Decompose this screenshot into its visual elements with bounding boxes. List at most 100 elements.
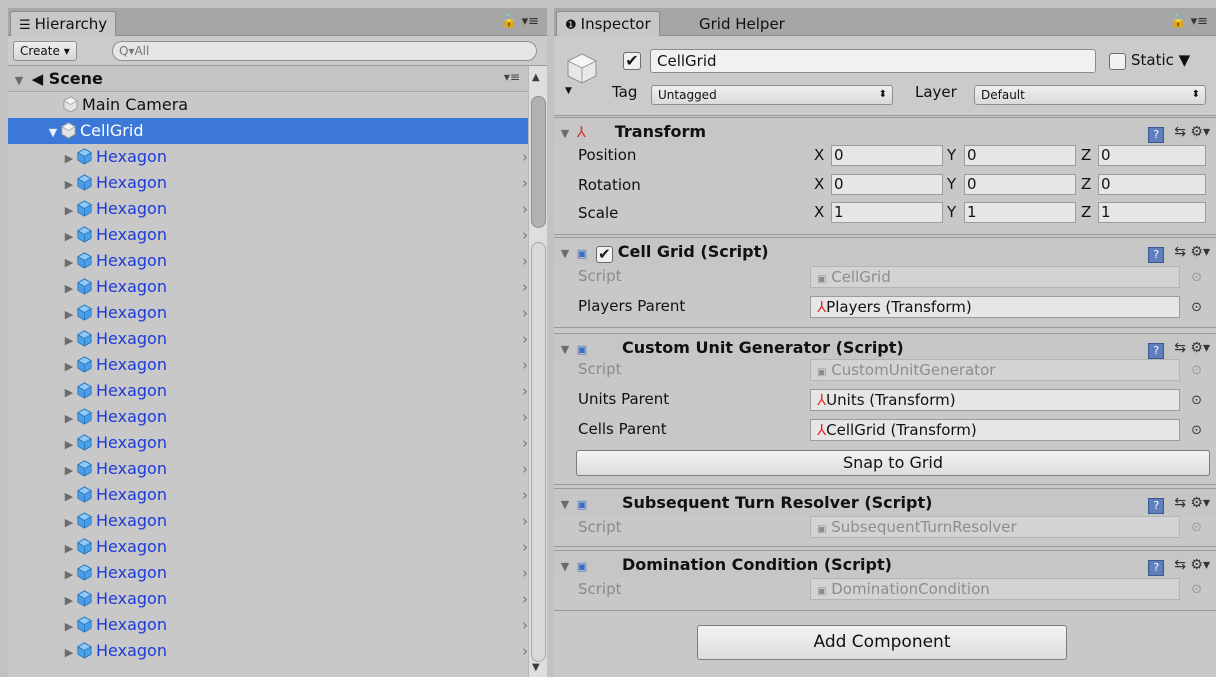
fold-arrow-icon[interactable]: ▶ [62,432,76,458]
hierarchy-item-hexagon[interactable]: ▶ Hexagon › [62,274,528,300]
fold-arrow-icon[interactable]: ▶ [62,536,76,562]
fold-arrow-icon[interactable]: ▼ [46,120,60,146]
fold-arrow-icon[interactable]: ▶ [62,640,76,666]
scroll-up-arrow-icon[interactable]: ▲ [532,72,540,83]
hierarchy-item-hexagon[interactable]: ▶ Hexagon › [62,144,528,170]
hierarchy-lock-menu-icon[interactable]: 🔒 ▾≡ [501,14,539,29]
scrollbar-thumb[interactable] [531,96,546,228]
scene-row[interactable]: ▼ ◀ Scene ▾≡ [8,66,528,92]
fold-arrow-icon[interactable]: ▶ [62,484,76,510]
hierarchy-item-cellgrid[interactable]: ▼ CellGrid [8,118,528,144]
hierarchy-item-hexagon[interactable]: ▶ Hexagon › [62,222,528,248]
tab-hierarchy[interactable]: ☰ Hierarchy [10,11,117,37]
tag-dropdown[interactable]: Untagged ⬍ [651,85,893,105]
fold-arrow-icon[interactable]: ▶ [62,406,76,432]
preset-icon[interactable]: ⇆ [1174,557,1186,573]
gameobject-name-field[interactable]: CellGrid [650,49,1096,73]
preset-icon[interactable]: ⇆ [1174,340,1186,356]
tab-grid-helper[interactable]: Grid Helper [690,11,794,37]
gear-icon[interactable]: ⚙▾ [1190,124,1210,140]
hierarchy-item-hexagon[interactable]: ▶ Hexagon › [62,586,528,612]
hierarchy-item-hexagon[interactable]: ▶ Hexagon › [62,430,528,456]
fold-arrow-icon[interactable]: ▶ [62,354,76,380]
snap-to-grid-button[interactable]: Snap to Grid [576,450,1210,476]
fold-arrow-icon[interactable]: ▼ [558,491,572,519]
preset-icon[interactable]: ⇆ [1174,495,1186,511]
fold-arrow-icon[interactable]: ▶ [62,328,76,354]
fold-arrow-icon[interactable]: ▶ [62,146,76,172]
hierarchy-item-hexagon[interactable]: ▶ Hexagon › [62,482,528,508]
fold-arrow-icon[interactable]: ▶ [62,276,76,302]
fold-arrow-icon[interactable]: ▶ [62,172,76,198]
fold-arrow-icon[interactable]: ▶ [62,198,76,224]
hierarchy-item-hexagon[interactable]: ▶ Hexagon › [62,534,528,560]
scale-z-axis-label[interactable]: Z [1081,203,1091,221]
units-parent-field[interactable]: ⅄Units (Transform) [810,389,1180,411]
fold-arrow-icon[interactable]: ▼ [558,553,572,581]
position-x-axis-label[interactable]: X [814,146,824,164]
hierarchy-item-hexagon[interactable]: ▶ Hexagon › [62,638,528,664]
hierarchy-item-hexagon[interactable]: ▶ Hexagon › [62,378,528,404]
add-component-button[interactable]: Add Component [697,625,1067,660]
help-book-icon[interactable]: ? [1148,560,1165,576]
hierarchy-item-hexagon[interactable]: ▶ Hexagon › [62,508,528,534]
hierarchy-item-hexagon[interactable]: ▶ Hexagon › [62,170,528,196]
preset-icon[interactable]: ⇆ [1174,124,1186,140]
position-y-field[interactable]: 0 [964,145,1076,166]
tab-inspector[interactable]: ❶ Inspector [556,11,660,37]
rotation-y-field[interactable]: 0 [964,174,1076,195]
fold-arrow-icon[interactable]: ▶ [62,562,76,588]
help-book-icon[interactable]: ? [1148,343,1165,359]
hierarchy-item-hexagon[interactable]: ▶ Hexagon › [62,196,528,222]
fold-arrow-icon[interactable]: ▶ [62,614,76,640]
cellgrid-enabled-checkbox[interactable]: ✔ [595,246,613,263]
static-label[interactable]: Static ▼ [1131,51,1190,69]
hierarchy-item-hexagon[interactable]: ▶ Hexagon › [62,612,528,638]
scene-header[interactable]: ▼ ◀ Scene [12,66,103,92]
position-y-axis-label[interactable]: Y [947,146,956,164]
cellgrid-script-header[interactable]: ▼ ▣ ✔ Cell Grid (Script) ? ⇆ ⚙▾ [554,237,1216,265]
hierarchy-item-main-camera[interactable]: Main Camera [62,92,528,118]
preset-icon[interactable]: ⇆ [1174,244,1186,260]
static-checkbox[interactable] [1109,53,1126,70]
hierarchy-search-input[interactable]: Q▾All [112,41,537,61]
fold-arrow-icon[interactable]: ▶ [62,250,76,276]
cells-parent-field[interactable]: ⅄CellGrid (Transform) [810,419,1180,441]
fold-arrow-icon[interactable]: ▶ [62,588,76,614]
layer-dropdown[interactable]: Default ⬍ [974,85,1206,105]
hierarchy-item-hexagon[interactable]: ▶ Hexagon › [62,456,528,482]
inspector-lock-menu-icon[interactable]: 🔒 ▾≡ [1170,14,1208,29]
hierarchy-item-hexagon[interactable]: ▶ Hexagon › [62,248,528,274]
fold-arrow-icon[interactable]: ▼ [558,336,572,364]
scale-y-axis-label[interactable]: Y [947,203,956,221]
fold-arrow-icon[interactable]: ▶ [62,380,76,406]
gameobject-active-checkbox[interactable]: ✔ [623,52,641,70]
hierarchy-item-hexagon[interactable]: ▶ Hexagon › [62,300,528,326]
scale-y-field[interactable]: 1 [964,202,1076,223]
gear-icon[interactable]: ⚙▾ [1190,557,1210,573]
rotation-x-field[interactable]: 0 [831,174,943,195]
fold-arrow-icon[interactable]: ▼ [558,120,572,148]
rotation-z-field[interactable]: 0 [1098,174,1206,195]
hierarchy-item-hexagon[interactable]: ▶ Hexagon › [62,560,528,586]
scale-z-field[interactable]: 1 [1098,202,1206,223]
domination-header[interactable]: ▼ ▣ Domination Condition (Script) ? ⇆ ⚙▾ [554,550,1216,578]
hierarchy-item-hexagon[interactable]: ▶ Hexagon › [62,404,528,430]
scale-x-axis-label[interactable]: X [814,203,824,221]
hierarchy-scrollbar[interactable]: ▲ ▼ [528,66,547,677]
turn-resolver-header[interactable]: ▼ ▣ Subsequent Turn Resolver (Script) ? ⇆… [554,488,1216,516]
scene-menu-icon[interactable]: ▾≡ [504,70,520,84]
rotation-x-axis-label[interactable]: X [814,175,824,193]
players-parent-field[interactable]: ⅄Players (Transform) [810,296,1180,318]
gear-icon[interactable]: ⚙▾ [1190,244,1210,260]
fold-arrow-icon[interactable]: ▼ [12,68,26,94]
fold-arrow-icon[interactable]: ▶ [62,510,76,536]
scale-x-field[interactable]: 1 [831,202,943,223]
object-picker-icon[interactable]: ⊙ [1191,423,1202,438]
fold-arrow-icon[interactable]: ▶ [62,458,76,484]
position-z-field[interactable]: 0 [1098,145,1206,166]
fold-arrow-icon[interactable]: ▶ [62,302,76,328]
help-book-icon[interactable]: ? [1148,498,1165,514]
fold-arrow-icon[interactable]: ▶ [62,224,76,250]
transform-header[interactable]: ▼ ⅄ Transform ? ⇆ ⚙▾ [554,117,1216,145]
